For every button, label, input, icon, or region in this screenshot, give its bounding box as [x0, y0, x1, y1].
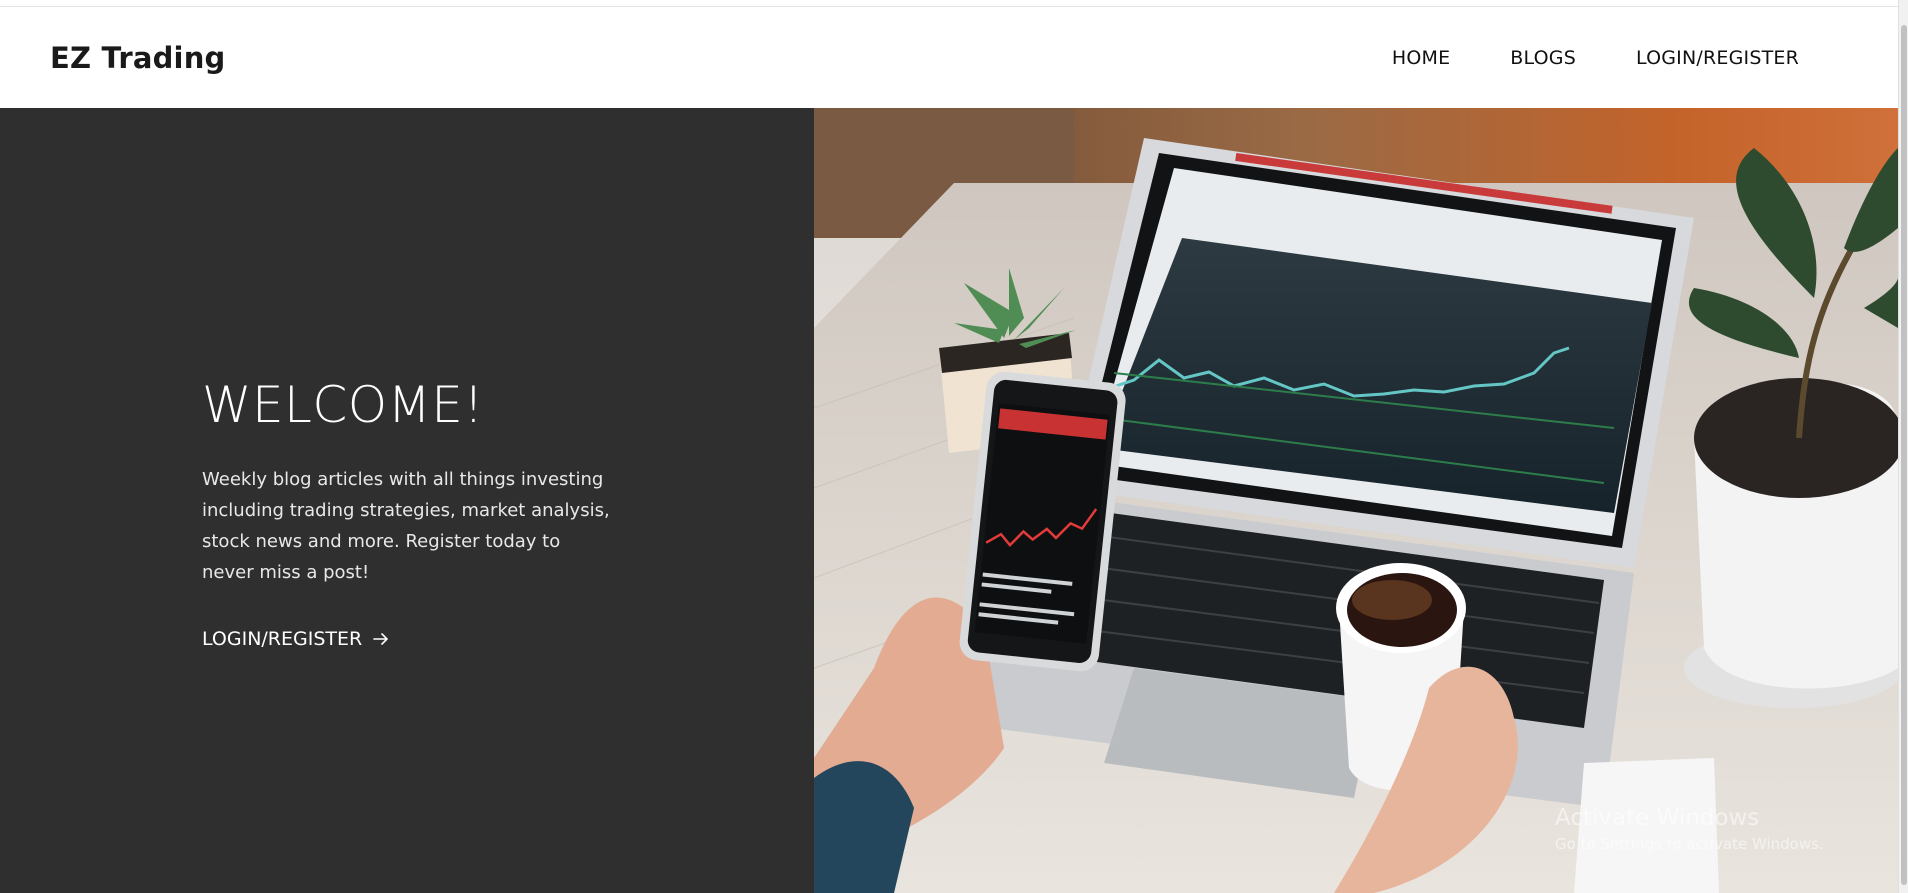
watermark-subtitle: Go to Settings to activate Windows.: [1555, 835, 1824, 853]
arrow-right-icon: [373, 633, 389, 645]
page-scrollbar[interactable]: [1898, 0, 1908, 893]
site-header: EZ Trading HOME BLOGS LOGIN/REGISTER: [0, 7, 1898, 108]
hero-description: Weekly blog articles with all things inv…: [202, 469, 610, 583]
windows-activation-watermark: Activate Windows Go to Settings to activ…: [1555, 805, 1824, 853]
top-border: [0, 0, 1908, 7]
nav-home-link[interactable]: HOME: [1392, 47, 1450, 69]
hero-login-register-button[interactable]: LOGIN/REGISTER: [202, 628, 390, 650]
hero-text-panel: WELCOME! Weekly blog articles with all t…: [0, 108, 814, 893]
hero-title: WELCOME!: [202, 376, 484, 434]
hero-cta-label: LOGIN/REGISTER: [202, 628, 363, 650]
hero-image: [814, 108, 1898, 893]
nav-login-register-link[interactable]: LOGIN/REGISTER: [1636, 47, 1799, 69]
nav-blogs-link[interactable]: BLOGS: [1510, 47, 1576, 69]
watermark-title: Activate Windows: [1555, 805, 1760, 831]
brand-logo[interactable]: EZ Trading: [50, 41, 226, 75]
scrollbar-thumb[interactable]: [1901, 25, 1907, 885]
main-nav: HOME BLOGS LOGIN/REGISTER: [1332, 47, 1799, 69]
laptop-phone-coffee-photo: [814, 108, 1898, 893]
